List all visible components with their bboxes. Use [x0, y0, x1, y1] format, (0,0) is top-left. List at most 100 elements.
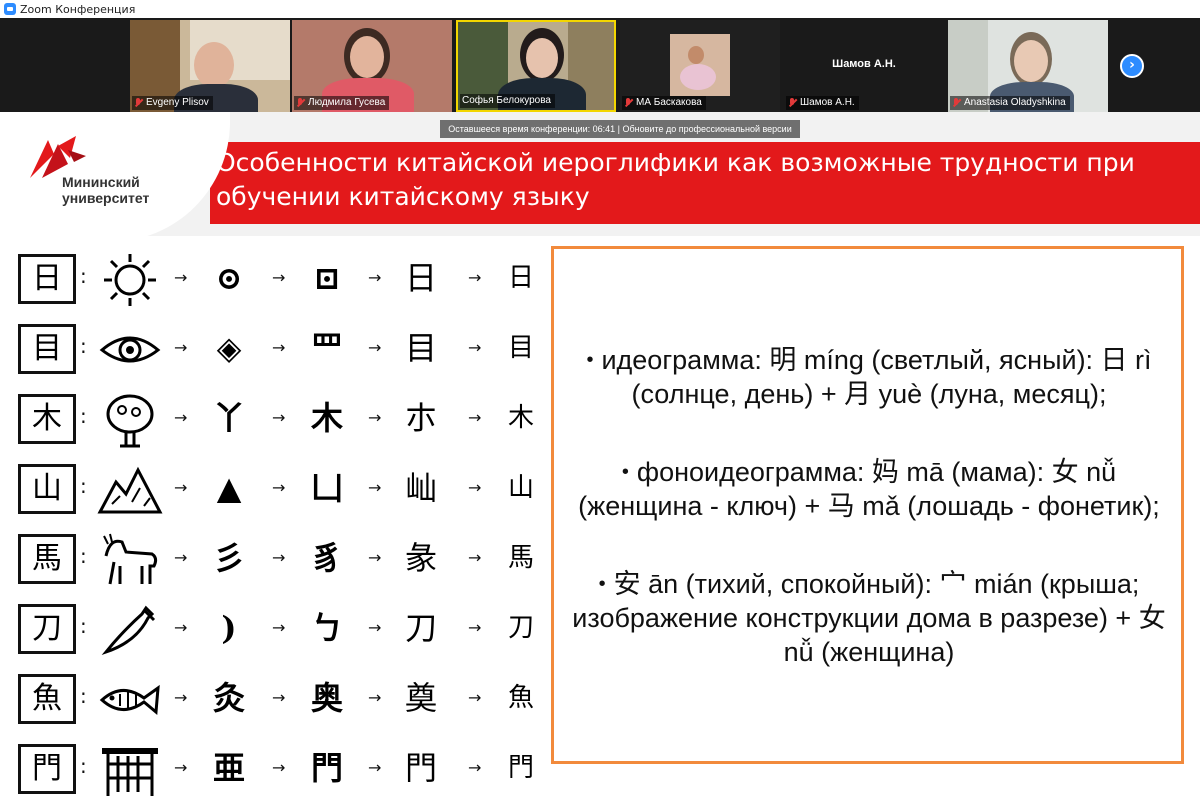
next-page-button[interactable]: ›: [1120, 54, 1144, 78]
mic-muted-icon: [952, 98, 961, 108]
arrow-right-icon: →: [272, 478, 286, 497]
modern-character: 目: [18, 324, 76, 374]
arrow-right-icon: →: [468, 618, 482, 637]
participant-name: Anastasia Oladyshkina: [950, 96, 1070, 110]
arrow-right-icon: →: [368, 688, 382, 707]
ancient-glyph: ▲: [216, 469, 242, 507]
modern-character: 山: [18, 464, 76, 514]
modern-character: 日: [18, 254, 76, 304]
participant-tile[interactable]: Людмила Гусева: [292, 20, 452, 112]
participant-tile-active-speaker[interactable]: Софья Белокурова: [456, 20, 616, 112]
evolution-row: 日 : → ⊙ → ⊡ → 日 → 日: [18, 250, 538, 310]
arrow-right-icon: →: [272, 688, 286, 707]
participant-name: Шамов А.Н.: [786, 96, 859, 110]
modern-character: 門: [18, 744, 76, 794]
slide-title: Особенности китайской иероглифики как во…: [216, 148, 1135, 211]
eye-pictogram-icon: [99, 336, 161, 363]
arrow-right-icon: →: [468, 268, 482, 287]
arrow-right-icon: →: [174, 618, 188, 637]
modern-glyph: 門: [507, 753, 534, 783]
ancient-glyph: ㄅ: [310, 609, 343, 647]
participant-name: Людмила Гусева: [294, 96, 390, 110]
ancient-glyph: 刀: [404, 609, 437, 647]
mic-muted-icon: [134, 98, 143, 108]
participant-no-video-name: Шамов А.Н.: [832, 58, 896, 70]
participant-tile[interactable]: МА Баскакова: [620, 20, 780, 112]
bullet-text: фоноидеограмма: 妈 mā (мама): 女 nǚ (женщи…: [578, 457, 1160, 521]
arrow-right-icon: →: [368, 268, 382, 287]
participant-tile[interactable]: Шамов А.Н. Шамов А.Н.: [784, 20, 944, 112]
participant-name: МА Баскакова: [622, 96, 706, 110]
ancient-glyph: 日: [404, 259, 437, 297]
modern-character: 刀: [18, 604, 76, 654]
participant-tile[interactable]: Evgeny Plisov: [130, 20, 290, 112]
arrow-right-icon: →: [174, 338, 188, 357]
colon: :: [80, 754, 87, 778]
arrow-right-icon: →: [468, 548, 482, 567]
arrow-right-icon: →: [368, 478, 382, 497]
ancient-glyph: 彖: [404, 539, 437, 577]
fish-pictogram-icon: [99, 684, 160, 715]
ancient-glyph: ): [221, 609, 237, 647]
chevron-right-icon: ›: [1129, 57, 1135, 73]
ancient-glyph: 罒: [310, 329, 343, 367]
arrow-right-icon: →: [174, 548, 188, 567]
arrow-right-icon: →: [468, 338, 482, 357]
arrow-right-icon: →: [272, 548, 286, 567]
arrow-right-icon: →: [368, 758, 382, 777]
arrow-right-icon: →: [468, 478, 482, 497]
mic-muted-icon: [296, 98, 305, 108]
tree-pictogram-icon: [106, 394, 154, 448]
arrow-right-icon: →: [272, 338, 286, 357]
arrow-right-icon: →: [368, 408, 382, 427]
modern-glyph: 山: [507, 473, 534, 503]
modern-glyph: 日: [507, 263, 534, 293]
ancient-glyph: 屾: [404, 469, 437, 507]
ancient-glyph: 凵: [310, 469, 343, 507]
participant-gallery: Evgeny Plisov Людмила Гусева Софья Белок…: [0, 18, 1200, 112]
ancient-glyph: 灸: [212, 679, 245, 717]
evolution-row: 目 : → ◈ → 罒 → 目 → 目: [18, 320, 538, 380]
evolution-row: 門 : → 亜 → 門 → 門 → 門: [18, 740, 538, 800]
window-titlebar: Zoom Конференция: [0, 0, 1200, 18]
arrow-right-icon: →: [272, 268, 286, 287]
colon: :: [80, 404, 87, 428]
bullet-item: • фоноидеограмма: 妈 mā (мама): 女 nǚ (женщ…: [566, 455, 1172, 523]
participant-name: Evgeny Plisov: [132, 96, 213, 110]
ancient-glyph: 豸: [310, 539, 343, 577]
arrow-right-icon: →: [174, 478, 188, 497]
arrow-right-icon: →: [174, 758, 188, 777]
modern-glyph: 馬: [507, 543, 534, 573]
bullet-item: • идеограмма: 明 míng (светлый, ясный): 日 …: [566, 343, 1172, 411]
modern-glyph: 木: [507, 403, 534, 433]
arrow-right-icon: →: [368, 338, 382, 357]
bullet-text: идеограмма: 明 míng (светлый, ясный): 日 r…: [601, 345, 1152, 409]
mic-muted-icon: [624, 98, 633, 108]
arrow-right-icon: →: [468, 688, 482, 707]
evolution-row: 刀 : → ) → ㄅ → 刀 → 刀: [18, 600, 538, 660]
modern-glyph: 目: [507, 333, 534, 363]
modern-glyph: 魚: [507, 683, 534, 713]
arrow-right-icon: →: [174, 268, 188, 287]
meeting-time-banner[interactable]: Оставшееся время конференции: 06:41 | Об…: [440, 120, 800, 138]
character-evolution-table: 日 : → ⊙ → ⊡ → 日 → 日 目 : → ◈ → 罒 → 目 → 目 …: [18, 250, 538, 798]
ancient-glyph: 門: [310, 749, 343, 787]
modern-character: 魚: [18, 674, 76, 724]
ancient-glyph: 木: [310, 399, 343, 437]
colon: :: [80, 264, 87, 288]
colon: :: [80, 334, 87, 358]
colon: :: [80, 684, 87, 708]
bullet-text: 安 ān (тихий, спокойный): 宀 mián (крыша; …: [572, 569, 1166, 667]
modern-character: 木: [18, 394, 76, 444]
bullet-icon: •: [598, 573, 606, 595]
modern-glyph: 刀: [507, 613, 534, 643]
ancient-glyph: ⊙: [215, 259, 243, 297]
gate-pictogram-icon: [102, 748, 158, 796]
arrow-right-icon: →: [368, 548, 382, 567]
evolution-row: 馬 : → 彡 → 豸 → 彖 → 馬: [18, 530, 538, 590]
evolution-row: 山 : → ▲ → 凵 → 屾 → 山: [18, 460, 538, 520]
sun-pictogram-icon: [104, 254, 156, 306]
ancient-glyph: 奠: [404, 679, 437, 717]
participant-tile[interactable]: Anastasia Oladyshkina: [948, 20, 1108, 112]
knife-pictogram-icon: [101, 605, 156, 656]
